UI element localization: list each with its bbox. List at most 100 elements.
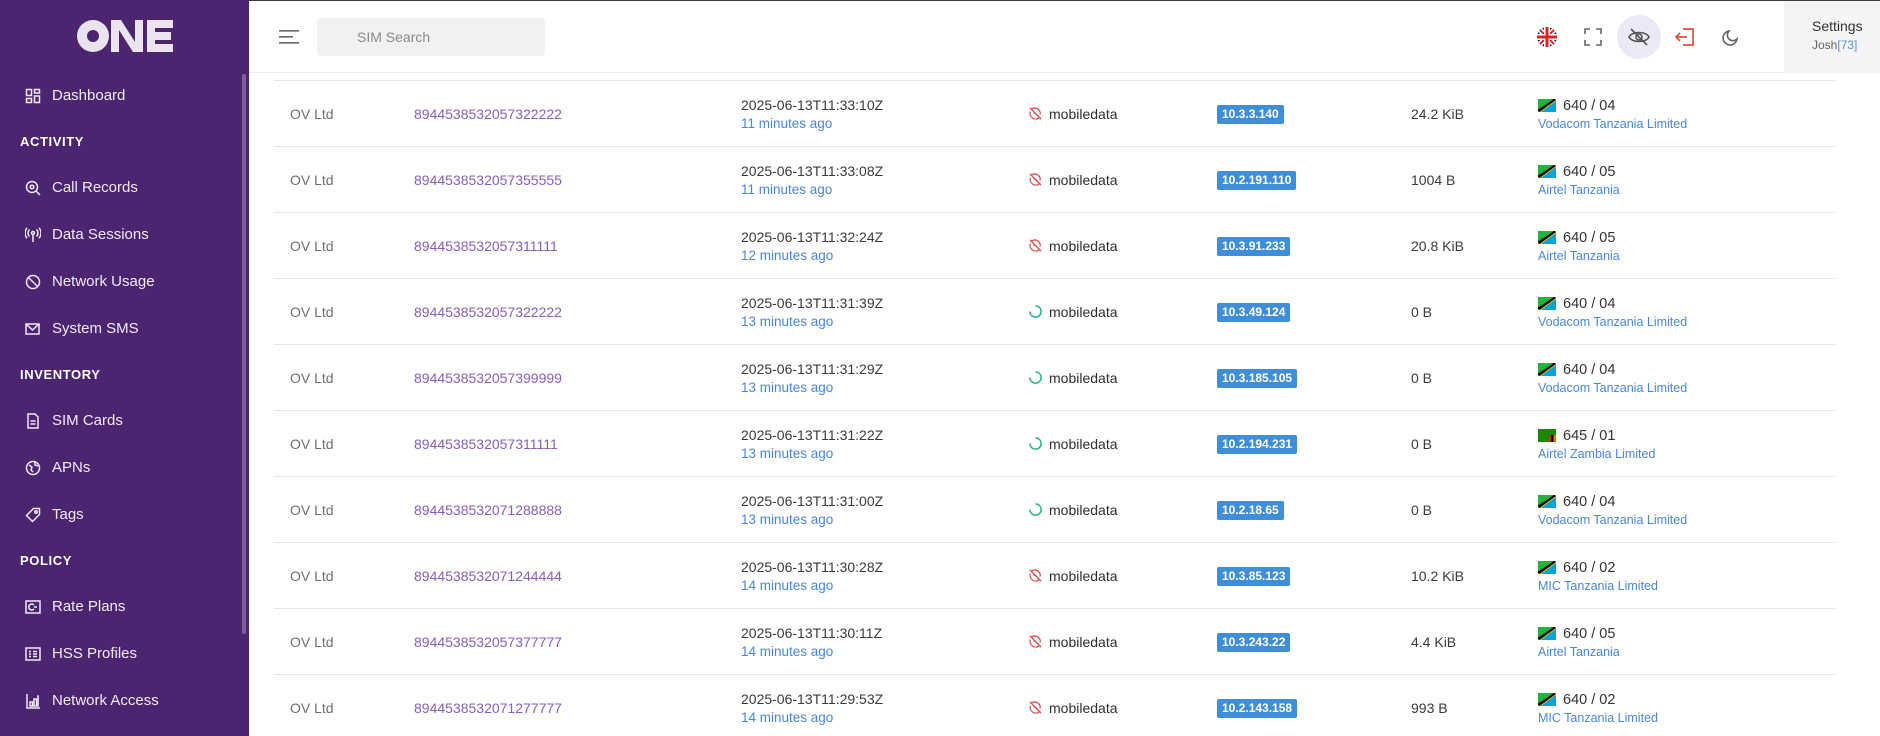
iccid-link[interactable]: 8944538532057322222 xyxy=(414,279,562,345)
logo[interactable] xyxy=(0,0,249,72)
apn-name: mobiledata xyxy=(1049,436,1118,452)
mcc-mnc: 640 / 04 xyxy=(1538,296,1687,312)
sidebar-item-data-sessions[interactable]: Data Sessions xyxy=(0,211,249,258)
sidebar-item-label: Tags xyxy=(52,506,84,523)
operator-link[interactable]: Vodacom Tanzania Limited xyxy=(1538,315,1687,329)
timestamp: 2025-06-13T11:29:53Z xyxy=(741,691,884,707)
sidebar-item-dashboard[interactable]: Dashboard xyxy=(0,72,249,119)
dark-mode-button[interactable] xyxy=(1709,15,1753,59)
operator-link[interactable]: MIC Tanzania Limited xyxy=(1538,711,1658,725)
time-cell: 2025-06-13T11:31:39Z 13 minutes ago xyxy=(741,279,883,345)
logout-button[interactable] xyxy=(1663,15,1707,59)
sidebar-item-hss-profiles[interactable]: HSS Profiles xyxy=(0,630,249,677)
iccid-link[interactable]: 8944538532057311111 xyxy=(414,213,558,279)
iccid-link[interactable]: 8944538532057399999 xyxy=(414,345,562,411)
operator-link[interactable]: Vodacom Tanzania Limited xyxy=(1538,117,1687,131)
dashboard-icon xyxy=(25,88,41,104)
iccid-link[interactable]: 8944538532057355555 xyxy=(414,147,562,213)
sidebar-item-system-sms[interactable]: System SMS xyxy=(0,305,249,352)
ip-badge: 10.3.3.140 xyxy=(1217,104,1284,124)
apn-cell: mobiledata xyxy=(1028,609,1118,675)
mcc-mnc: 640 / 05 xyxy=(1538,626,1620,642)
operator-link[interactable]: Vodacom Tanzania Limited xyxy=(1538,513,1687,527)
privacy-toggle-button[interactable] xyxy=(1617,15,1661,59)
mcc-mnc-value: 640 / 02 xyxy=(1563,691,1616,708)
network-cell: 640 / 05 Airtel Tanzania xyxy=(1538,609,1620,675)
fullscreen-button[interactable] xyxy=(1571,15,1615,59)
mcc-mnc-value: 640 / 04 xyxy=(1563,97,1616,114)
relative-time: 12 minutes ago xyxy=(741,248,834,263)
mcc-mnc: 640 / 04 xyxy=(1538,362,1687,378)
ip-cell: 10.2.194.231 xyxy=(1217,411,1298,477)
apn-cell: mobiledata xyxy=(1028,279,1118,345)
iccid-link[interactable]: 8944538532057377777 xyxy=(414,609,562,675)
table-row: OV Ltd 8944538532057322222 2025-06-13T11:3… xyxy=(274,80,1835,147)
sidebar-item-network-access[interactable]: Network Access xyxy=(0,677,249,724)
mcc-mnc-value: 640 / 04 xyxy=(1563,361,1616,378)
operator-link[interactable]: Airtel Tanzania xyxy=(1538,249,1620,263)
org-cell: OV Ltd xyxy=(290,568,334,584)
settings-menu[interactable]: Settings Josh[73] xyxy=(1784,1,1880,73)
bytes-cell: 0 B xyxy=(1411,436,1433,452)
network-cell: 640 / 04 Vodacom Tanzania Limited xyxy=(1538,345,1687,411)
tanzania-flag-icon xyxy=(1538,165,1556,178)
menu-toggle-button[interactable] xyxy=(277,25,301,49)
timestamp: 2025-06-13T11:31:29Z xyxy=(741,361,884,377)
sidebar-item-network-usage[interactable]: Network Usage xyxy=(0,258,249,305)
main-content: Settings Josh[73] OV Ltd 8944538532057322… xyxy=(249,0,1880,736)
logout-icon xyxy=(1675,28,1694,46)
sidebar-item-label: Dashboard xyxy=(52,87,126,104)
timestamp: 2025-06-13T11:30:11Z xyxy=(741,625,883,641)
ip-cell: 10.3.49.124 xyxy=(1217,279,1291,345)
profile-list-icon xyxy=(25,646,41,662)
table-row: OV Ltd 8944538532071288888 2025-06-13T11:3… xyxy=(274,477,1835,543)
sidebar-item-call-records[interactable]: Call Records xyxy=(0,164,249,211)
operator-link[interactable]: Airtel Tanzania xyxy=(1538,645,1620,659)
iccid-link[interactable]: 8944538532071244444 xyxy=(414,543,562,609)
ip-cell: 10.3.91.233 xyxy=(1217,213,1291,279)
sidebar-item-label: SIM Cards xyxy=(52,412,123,429)
apn-name: mobiledata xyxy=(1049,106,1118,122)
relative-time: 11 minutes ago xyxy=(741,116,833,131)
operator-link[interactable]: Vodacom Tanzania Limited xyxy=(1538,381,1687,395)
sidebar-scrollbar[interactable] xyxy=(242,74,246,634)
tanzania-flag-icon xyxy=(1538,495,1556,508)
relative-time: 14 minutes ago xyxy=(741,644,834,659)
operator-link[interactable]: Airtel Tanzania xyxy=(1538,183,1620,197)
time-cell: 2025-06-13T11:33:08Z 11 minutes ago xyxy=(741,147,883,213)
user-id: [73] xyxy=(1837,38,1858,52)
tanzania-flag-icon xyxy=(1538,561,1556,574)
mcc-mnc: 640 / 02 xyxy=(1538,560,1658,576)
sidebar-item-rate-plans[interactable]: Rate Plans xyxy=(0,583,249,630)
iccid-link[interactable]: 8944538532071288888 xyxy=(414,477,562,543)
iccid-link[interactable]: 8944538532057322222 xyxy=(414,81,562,147)
table-row: OV Ltd 8944538532057377777 2025-06-13T11:3… xyxy=(274,609,1835,675)
language-button[interactable] xyxy=(1525,15,1569,59)
sidebar-item-label: Network Usage xyxy=(52,273,155,290)
org-cell: OV Ltd xyxy=(290,502,334,518)
sidebar-item-sim-cards[interactable]: SIM Cards xyxy=(0,397,249,444)
sidebar-item-label: Rate Plans xyxy=(52,598,126,615)
apn-name: mobiledata xyxy=(1049,634,1118,650)
tanzania-flag-icon xyxy=(1538,99,1556,112)
sidebar-item-tags[interactable]: Tags xyxy=(0,491,249,538)
time-cell: 2025-06-13T11:33:10Z 11 minutes ago xyxy=(741,81,883,147)
org-cell: OV Ltd xyxy=(290,172,334,188)
iccid-link[interactable]: 8944538532057311111 xyxy=(414,411,558,477)
ip-badge: 10.2.191.110 xyxy=(1217,170,1297,190)
moon-icon xyxy=(1722,29,1739,46)
operator-link[interactable]: MIC Tanzania Limited xyxy=(1538,579,1658,593)
relative-time: 11 minutes ago xyxy=(741,182,833,197)
sim-search-input[interactable] xyxy=(317,17,545,56)
sidebar-item-apns[interactable]: APNs xyxy=(0,444,249,491)
globe-icon xyxy=(25,460,41,476)
apn-name: mobiledata xyxy=(1049,304,1118,320)
iccid-link[interactable]: 8944538532071277777 xyxy=(414,675,562,736)
bytes-cell: 10.2 KiB xyxy=(1411,568,1464,584)
org-cell: OV Ltd xyxy=(290,700,334,716)
tanzania-flag-icon xyxy=(1538,231,1556,244)
table-row: OV Ltd 8944538532071244444 2025-06-13T11:3… xyxy=(274,543,1835,609)
table-row: OV Ltd 8944538532057399999 2025-06-13T11:3… xyxy=(274,345,1835,411)
tanzania-flag-icon xyxy=(1538,363,1556,376)
operator-link[interactable]: Airtel Zambia Limited xyxy=(1538,447,1655,461)
